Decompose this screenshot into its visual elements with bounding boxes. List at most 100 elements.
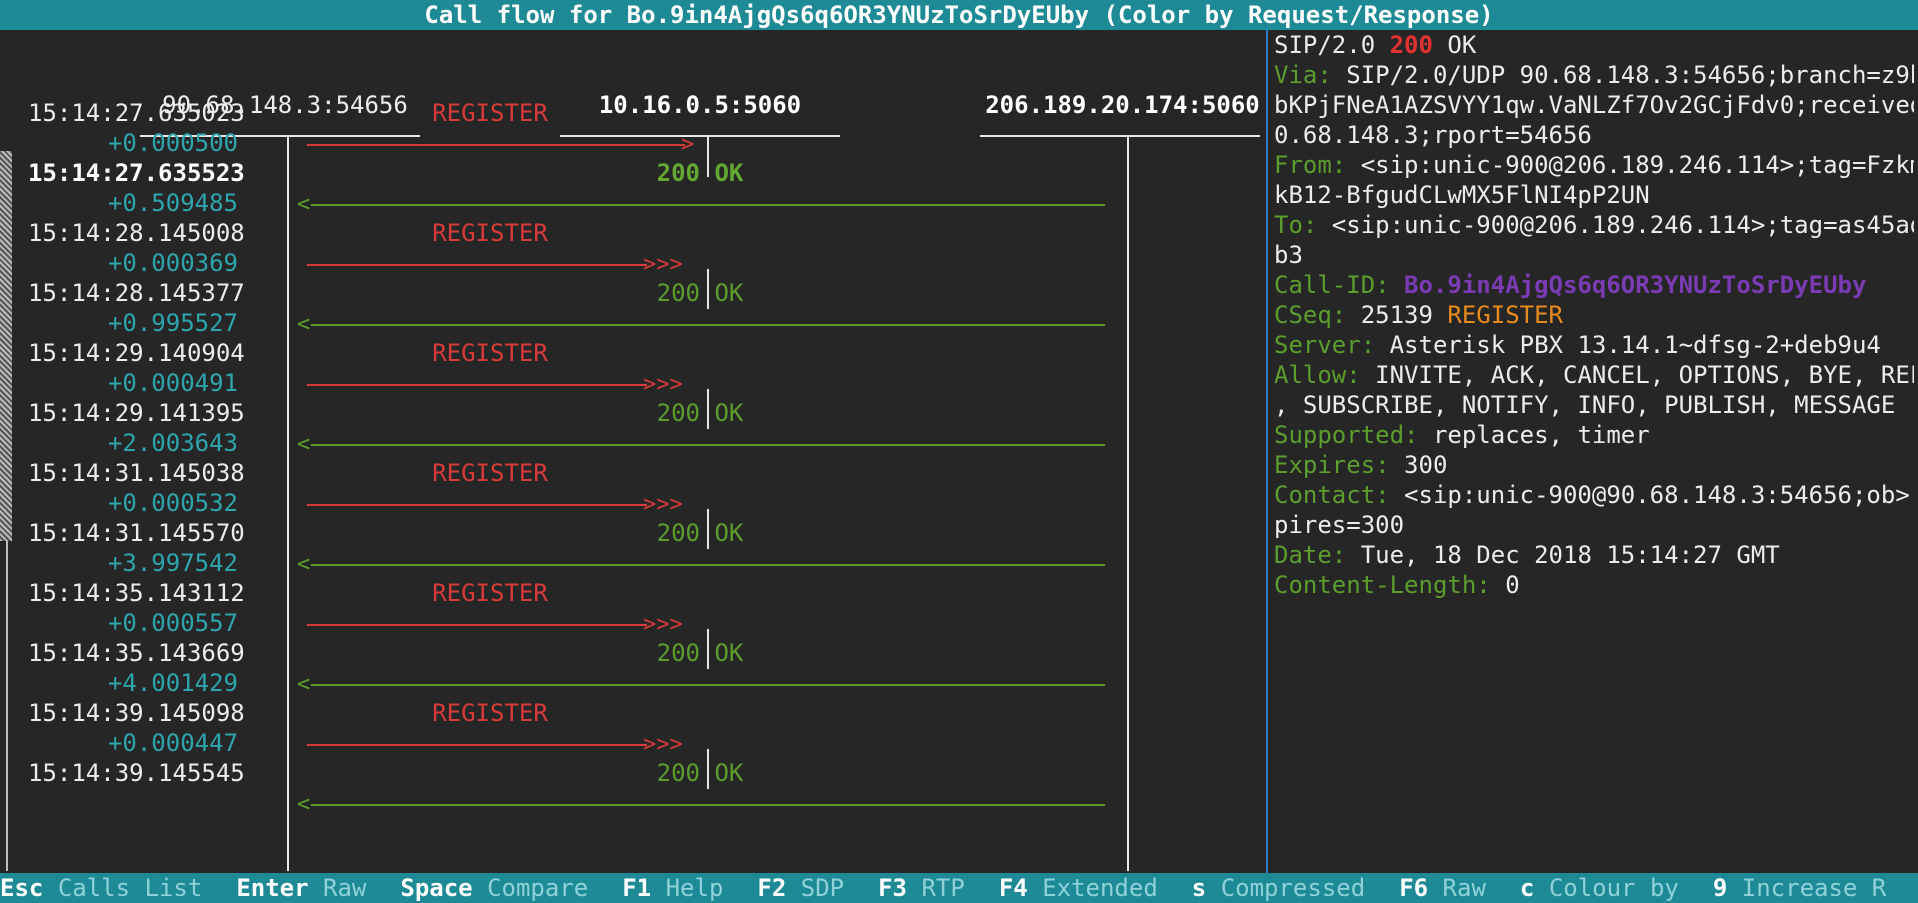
response-arrow [311,804,1105,806]
footer-key-label: Compressed [1220,874,1366,902]
header-value: Tue, 18 Dec 2018 15:14:27 GMT [1346,541,1780,569]
arrowhead-left-icon: < [297,792,311,817]
request-arrow [307,264,647,266]
footer-key-name: F2 [757,874,787,902]
response-label[interactable]: 200 OK [600,518,800,548]
message-timestamp[interactable]: 15:14:28.145008 [28,218,268,248]
footer-key-9[interactable]: c Colour by [1520,873,1679,903]
message-detail-panel[interactable]: SIP/2.0 200 OK Via: SIP/2.0/UDP 90.68.14… [1274,30,1914,870]
header-name: Contact: [1274,481,1390,509]
request-label[interactable]: REGISTER [390,218,590,248]
message-timestamp[interactable]: 15:14:27.635523 [28,158,268,188]
header-value: replaces, timer [1418,421,1650,449]
request-label[interactable]: REGISTER [390,338,590,368]
header-name: Date: [1274,541,1347,569]
header-call-id: Call-ID: Bo.9in4AjgQs6q6OR3YNUzToSrDyEUb… [1274,270,1914,300]
footer-key-label: SDP [800,874,845,902]
response-arrow [311,444,1105,446]
footer-key-label: RTP [921,874,965,902]
message-timestamp[interactable]: 15:14:29.140904 [28,338,268,368]
message-timestamp[interactable]: 15:14:28.145377 [28,278,268,308]
response-label[interactable]: 200 OK [600,638,800,668]
response-arrow [311,564,1105,566]
footer-key-label: Compare [487,874,589,902]
header-value: pires=300 [1274,511,1405,539]
message-timestamp[interactable]: 15:14:39.145098 [28,698,268,728]
scrollbar-track[interactable] [6,541,8,871]
message-timestamp[interactable]: 15:14:35.143112 [28,578,268,608]
footer-key-name: Enter [236,874,309,902]
footer-key-4[interactable]: F2 SDP [757,873,844,903]
status-text: OK [1432,31,1477,59]
arrowhead-right-icon: > [681,132,695,157]
status-code: 200 [1389,31,1433,59]
header-line: , SUBSCRIBE, NOTIFY, INFO, PUBLISH, MESS… [1274,390,1914,420]
response-label[interactable]: 200 OK [600,758,800,788]
request-label[interactable]: REGISTER [390,458,590,488]
host-3-underline [980,135,1260,137]
host-2-label: 10.16.0.5:5060 [598,91,802,119]
request-label[interactable]: REGISTER [390,578,590,608]
footer-key-3[interactable]: F1 Help [622,873,723,903]
response-arrow [311,684,1105,686]
message-delta: +4.001429 [107,669,238,697]
header-line: To: <sip:unic-900@206.189.246.114>;tag=a… [1274,210,1914,240]
message-delta: +0.995527 [107,309,238,337]
header-line: bKPjFNeA1AZSVYY1qw.VaNLZf7Ov2GCjFdv0;rec… [1274,90,1914,120]
footer-key-name: F6 [1399,874,1429,902]
message-delta: +0.509485 [107,189,238,217]
header-value: <sip:unic-900@90.68.148.3:54656;ob>; [1389,481,1914,509]
window-title: Call flow for Bo.9in4AjgQs6q6OR3YNUzToSr… [0,0,1918,30]
header-line: Content-Length: 0 [1274,570,1914,600]
response-label[interactable]: 200 OK [600,278,800,308]
response-label[interactable]: 200 OK [600,158,800,188]
request-label[interactable]: REGISTER [390,98,590,128]
footer-key-6[interactable]: F4 Extended [999,873,1158,903]
header-name: Via: [1274,61,1332,89]
footer-key-1[interactable]: Enter Raw [236,873,366,903]
footer-key-name: s [1191,874,1207,902]
response-label[interactable]: 200 OK [600,398,800,428]
footer-key-5[interactable]: F3 RTP [878,873,965,903]
header-name: Expires: [1274,451,1390,479]
footer-key-name: F4 [998,874,1028,902]
call-flow-panel[interactable]: 90.68.148.3:54656 10.16.0.5:5060 206.189… [0,30,1266,873]
header-value: , SUBSCRIBE, NOTIFY, INFO, PUBLISH, MESS… [1274,391,1896,419]
arrowhead-right-icon: >>> [643,492,683,517]
header-value: Asterisk PBX 13.14.1~dfsg-2+deb9u4 [1375,331,1881,359]
message-delta: +0.000557 [107,609,238,637]
footer-key-label: Raw [1442,874,1486,902]
arrowhead-right-icon: >>> [643,732,683,757]
footer-key-name: c [1519,874,1535,902]
request-label[interactable]: REGISTER [390,698,590,728]
footer-key-2[interactable]: Space Compare [400,873,588,903]
message-timestamp[interactable]: 15:14:29.141395 [28,398,268,428]
panel-separator [1266,30,1268,873]
host-1-lifeline [287,137,289,871]
message-delta: +2.003643 [107,429,238,457]
footer-key-label: Raw [323,874,367,902]
message-timestamp[interactable]: 15:14:31.145570 [28,518,268,548]
arrowhead-right-icon: >>> [643,252,683,277]
footer-key-0[interactable]: Esc Calls List [0,873,202,903]
footer-key-7[interactable]: s Compressed [1192,873,1365,903]
header-name: CSeq: [1274,301,1347,329]
footer-key-10[interactable]: 9 Increase R [1713,873,1886,903]
scrollbar-thumb[interactable] [0,151,12,541]
footer-key-8[interactable]: F6 Raw [1399,873,1486,903]
message-timestamp[interactable]: 15:14:35.143669 [28,638,268,668]
header-name: Allow: [1274,361,1361,389]
header-line: Contact: <sip:unic-900@90.68.148.3:54656… [1274,480,1914,510]
footer-key-label: Extended [1042,874,1158,902]
footer-key-name: Esc [0,874,44,902]
message-timestamp[interactable]: 15:14:31.145038 [28,458,268,488]
message-timestamp[interactable]: 15:14:27.635023 [28,98,268,128]
request-arrow [307,504,647,506]
message-timestamp[interactable]: 15:14:39.145545 [28,758,268,788]
status-proto: SIP/2.0 [1274,31,1390,59]
header-name: Call-ID: [1274,271,1390,299]
header-name: Server: [1274,331,1376,359]
arrowhead-right-icon: >>> [643,372,683,397]
status-line: SIP/2.0 200 OK [1274,30,1914,60]
header-line: Allow: INVITE, ACK, CANCEL, OPTIONS, BYE… [1274,360,1914,390]
